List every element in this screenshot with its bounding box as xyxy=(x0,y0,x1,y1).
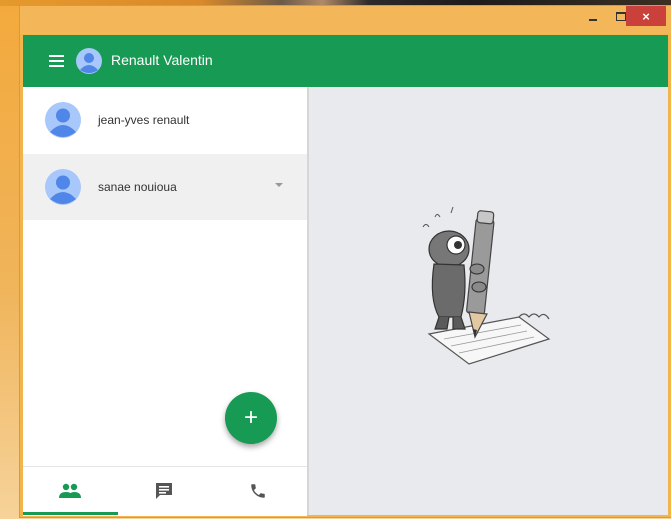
minimize-button[interactable] xyxy=(581,6,605,26)
contact-avatar xyxy=(45,169,81,210)
menu-icon[interactable] xyxy=(49,55,64,67)
active-tab-indicator xyxy=(23,512,118,515)
minimize-icon xyxy=(589,19,597,21)
account-name: Renault Valentin xyxy=(111,52,213,68)
people-icon xyxy=(59,483,81,498)
bottom-navigation xyxy=(23,466,307,516)
app-window: × Renault Valentin jean-yves renault san… xyxy=(20,6,671,517)
avatar-icon xyxy=(45,102,81,138)
account-avatar[interactable] xyxy=(76,48,102,79)
avatar-icon xyxy=(45,169,81,205)
chat-icon xyxy=(156,483,172,499)
add-contact-button[interactable]: + xyxy=(225,392,277,444)
contact-item-selected[interactable]: sanae nouioua xyxy=(23,154,307,220)
contact-item[interactable]: jean-yves renault xyxy=(23,87,307,153)
contacts-sidebar: jean-yves renault sanae nouioua + xyxy=(23,87,307,516)
close-button[interactable]: × xyxy=(626,6,666,26)
tab-calls[interactable] xyxy=(211,467,305,515)
maximize-icon xyxy=(616,11,626,21)
phone-icon xyxy=(251,484,265,498)
contact-name: jean-yves renault xyxy=(98,113,190,127)
tab-messages[interactable] xyxy=(117,467,211,515)
pencil-character-illustration xyxy=(422,206,551,365)
title-bar: × xyxy=(20,6,671,34)
chevron-down-icon[interactable] xyxy=(275,183,283,187)
tab-contacts[interactable] xyxy=(23,467,117,515)
app-content: Renault Valentin jean-yves renault sanae… xyxy=(23,35,668,516)
app-bar: Renault Valentin xyxy=(23,35,668,87)
contact-avatar xyxy=(45,102,81,143)
contact-name: sanae nouioua xyxy=(98,180,177,194)
conversation-pane xyxy=(309,87,668,515)
avatar-icon xyxy=(76,48,102,74)
